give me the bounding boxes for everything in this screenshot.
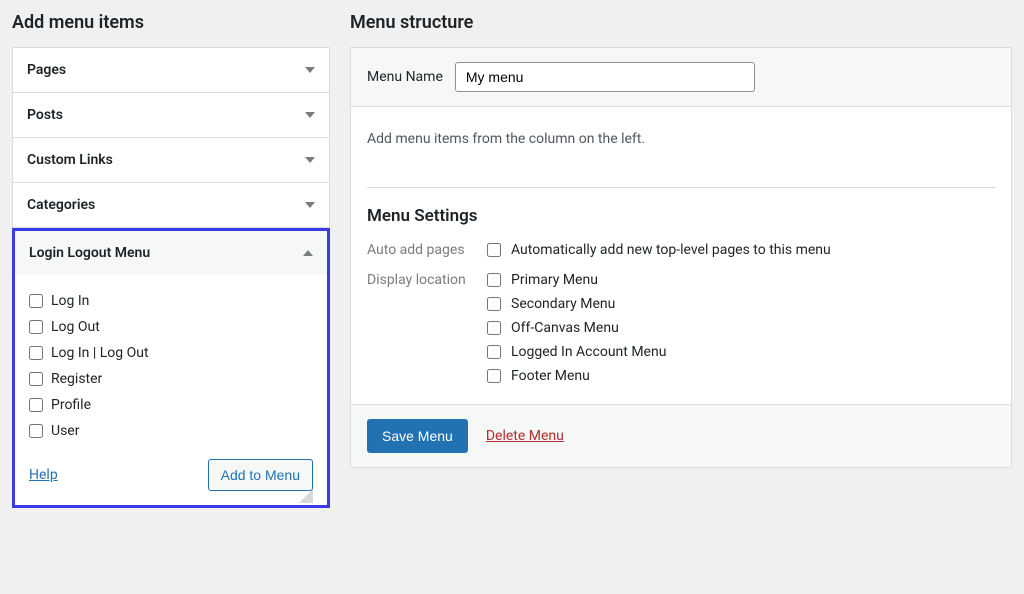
item-label: Register	[51, 371, 102, 387]
item-label: Log Out	[51, 319, 100, 335]
pages-panel-title: Pages	[27, 62, 66, 78]
menu-settings-heading: Menu Settings	[367, 206, 995, 226]
checkbox-log-in-log-out[interactable]	[29, 346, 43, 360]
checkbox-log-out[interactable]	[29, 320, 43, 334]
save-menu-button[interactable]: Save Menu	[367, 419, 468, 453]
list-item: Logged In Account Menu	[487, 344, 666, 360]
caret-down-icon	[305, 157, 315, 163]
list-item: Register	[29, 371, 313, 387]
option-label: Off-Canvas Menu	[511, 320, 619, 336]
delete-menu-link[interactable]: Delete Menu	[486, 428, 564, 444]
checkbox-auto-add-pages[interactable]	[487, 243, 501, 257]
custom-links-panel-title: Custom Links	[27, 152, 113, 168]
login-logout-items-list: Log In Log Out Log In | Log Out Register	[29, 293, 313, 439]
help-link[interactable]: Help	[29, 467, 58, 483]
add-to-menu-button[interactable]: Add to Menu	[208, 459, 313, 491]
divider	[367, 187, 995, 188]
login-logout-panel-title: Login Logout Menu	[29, 245, 150, 261]
menu-name-input[interactable]	[455, 62, 755, 92]
custom-links-panel-header[interactable]: Custom Links	[13, 138, 329, 182]
option-label: Logged In Account Menu	[511, 344, 666, 360]
option-label: Secondary Menu	[511, 296, 615, 312]
checkbox-logged-in-account-menu[interactable]	[487, 345, 501, 359]
list-item: Profile	[29, 397, 313, 413]
checkbox-register[interactable]	[29, 372, 43, 386]
caret-up-icon	[303, 250, 313, 256]
list-item: Off-Canvas Menu	[487, 320, 666, 336]
categories-panel-title: Categories	[27, 197, 95, 213]
checkbox-secondary-menu[interactable]	[487, 297, 501, 311]
list-item: Footer Menu	[487, 368, 666, 384]
add-menu-accordion: Pages Posts Custom Links Categories	[12, 47, 330, 228]
pages-panel-header[interactable]: Pages	[13, 48, 329, 92]
checkbox-profile[interactable]	[29, 398, 43, 412]
list-item: Secondary Menu	[487, 296, 666, 312]
list-item: User	[29, 423, 313, 439]
menu-structure-panel: Menu Name Add menu items from the column…	[350, 47, 1012, 468]
menu-hint-text: Add menu items from the column on the le…	[367, 131, 995, 147]
list-item: Log Out	[29, 319, 313, 335]
item-label: Profile	[51, 397, 91, 413]
option-label: Footer Menu	[511, 368, 590, 384]
caret-down-icon	[305, 67, 315, 73]
checkbox-off-canvas-menu[interactable]	[487, 321, 501, 335]
checkbox-log-in[interactable]	[29, 294, 43, 308]
posts-panel-title: Posts	[27, 107, 63, 123]
checkbox-primary-menu[interactable]	[487, 273, 501, 287]
login-logout-panel-highlight: Login Logout Menu Log In Log Out Log I	[12, 228, 330, 508]
item-label: Log In	[51, 293, 89, 309]
list-item: Log In | Log Out	[29, 345, 313, 361]
list-item: Log In	[29, 293, 313, 309]
menu-name-label: Menu Name	[367, 69, 443, 85]
login-logout-panel-header[interactable]: Login Logout Menu	[15, 231, 327, 275]
list-item: Automatically add new top-level pages to…	[487, 242, 831, 258]
option-label: Automatically add new top-level pages to…	[511, 242, 831, 258]
item-label: User	[51, 423, 79, 439]
caret-down-icon	[305, 112, 315, 118]
option-label: Primary Menu	[511, 272, 598, 288]
auto-add-pages-label: Auto add pages	[367, 242, 487, 258]
checkbox-footer-menu[interactable]	[487, 369, 501, 383]
posts-panel-header[interactable]: Posts	[13, 93, 329, 137]
caret-down-icon	[305, 202, 315, 208]
checkbox-user[interactable]	[29, 424, 43, 438]
list-item: Primary Menu	[487, 272, 666, 288]
categories-panel-header[interactable]: Categories	[13, 183, 329, 227]
menu-structure-heading: Menu structure	[350, 12, 1012, 33]
add-menu-items-heading: Add menu items	[12, 12, 330, 33]
display-location-label: Display location	[367, 272, 487, 384]
item-label: Log In | Log Out	[51, 345, 149, 361]
